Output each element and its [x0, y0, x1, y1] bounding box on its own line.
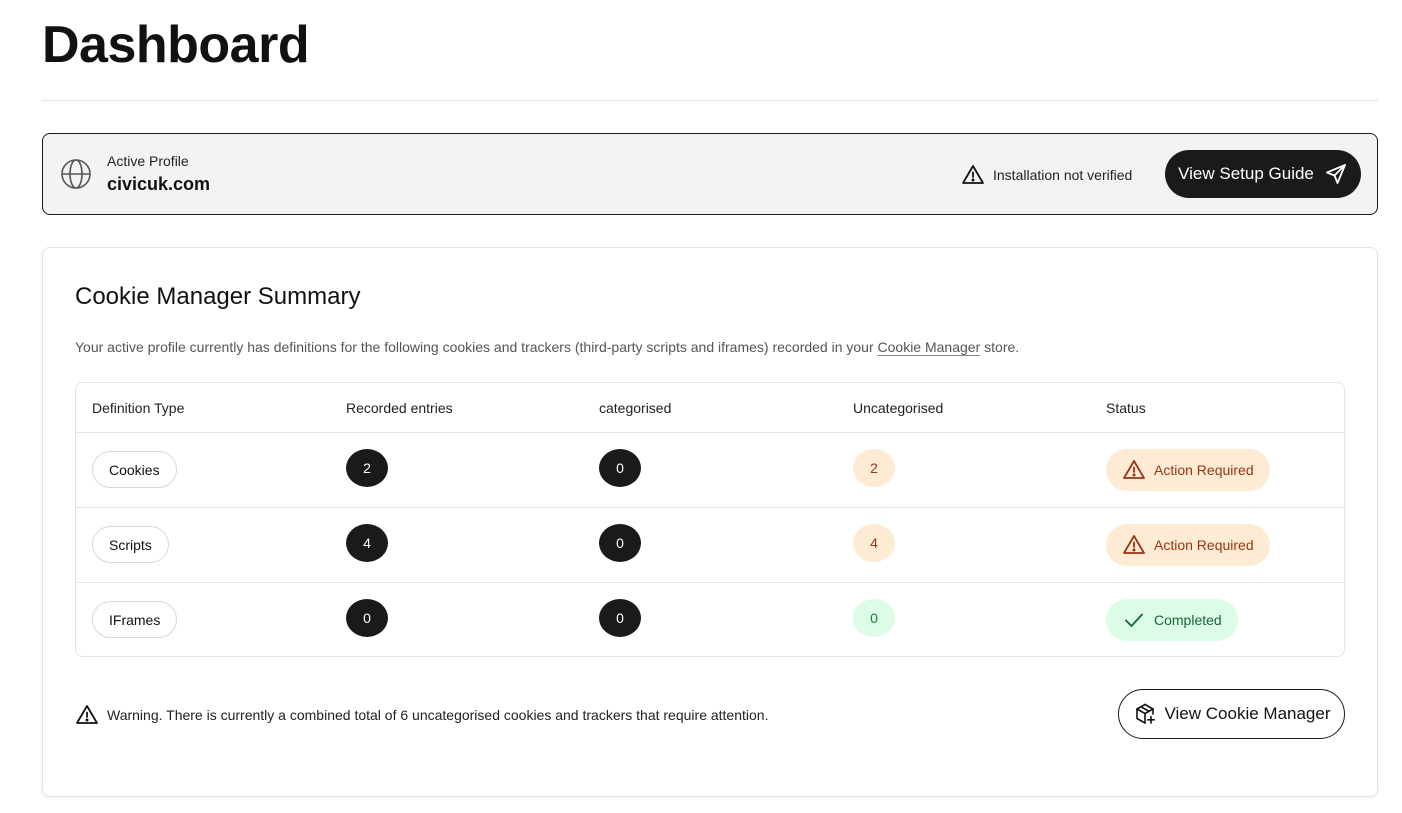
- check-icon: [1125, 613, 1143, 627]
- categorised-count: 0: [599, 524, 641, 562]
- recorded-entries-count: 4: [346, 524, 388, 562]
- profile-label: Active Profile: [107, 153, 189, 169]
- status-badge: Action Required: [1106, 524, 1270, 566]
- globe-icon: [61, 159, 91, 189]
- column-header-uncategorised: Uncategorised: [853, 400, 944, 416]
- recorded-entries-count: 0: [346, 599, 388, 637]
- cookie-manager-link[interactable]: Cookie Manager: [878, 339, 981, 355]
- profile-domain: civicuk.com: [107, 174, 211, 194]
- package-plus-icon: [1135, 703, 1155, 724]
- page-title: Dashboard: [42, 16, 310, 74]
- uncategorised-count: 0: [853, 599, 895, 637]
- warning-triangle-icon: [1123, 460, 1145, 479]
- warning-text: Warning. There is currently a combined t…: [107, 707, 769, 723]
- view-setup-guide-label: View Setup Guide: [1178, 164, 1314, 183]
- view-cookie-manager-button[interactable]: View Cookie Manager: [1118, 689, 1345, 739]
- column-header-status: Status: [1106, 400, 1146, 416]
- warning-triangle-icon: [1123, 535, 1145, 554]
- view-cookie-manager-label: View Cookie Manager: [1164, 704, 1331, 723]
- installation-status: Installation not verified: [961, 163, 1132, 187]
- uncategorised-warning: Warning. There is currently a combined t…: [75, 703, 768, 727]
- recorded-entries-count: 2: [346, 449, 388, 487]
- cookie-manager-summary-card: Cookie Manager Summary Your active profi…: [42, 247, 1378, 797]
- status-label: Action Required: [1154, 537, 1254, 553]
- status-label: Completed: [1154, 612, 1222, 628]
- definition-type-pill: Scripts: [92, 526, 169, 563]
- status-label: Action Required: [1154, 462, 1254, 478]
- categorised-count: 0: [599, 599, 641, 637]
- send-icon: [1325, 164, 1346, 184]
- table-row-scripts: Scripts 4 0 4 Action Required: [76, 508, 1344, 583]
- active-profile-bar: Active Profile civicuk.com Installation …: [42, 133, 1378, 215]
- categorised-count: 0: [599, 449, 641, 487]
- status-badge: Completed: [1106, 599, 1238, 641]
- column-header-recorded-entries: Recorded entries: [346, 400, 453, 416]
- warning-triangle-icon: [962, 165, 984, 184]
- uncategorised-count: 4: [853, 524, 895, 562]
- uncategorised-count: 2: [853, 449, 895, 487]
- definitions-table: Definition Type Recorded entries categor…: [75, 382, 1345, 657]
- table-row-iframes: IFrames 0 0 0 Completed: [76, 583, 1344, 656]
- title-divider: [42, 100, 1378, 101]
- summary-description: Your active profile currently has defini…: [75, 339, 1019, 355]
- table-header: Definition Type Recorded entries categor…: [76, 383, 1344, 433]
- definition-type-pill: IFrames: [92, 601, 178, 638]
- summary-description-text: Your active profile currently has defini…: [75, 339, 878, 355]
- installation-status-text: Installation not verified: [993, 167, 1133, 183]
- summary-title: Cookie Manager Summary: [75, 283, 361, 310]
- column-header-categorised: categorised: [599, 400, 672, 416]
- summary-description-end: store.: [980, 339, 1020, 355]
- definition-type-pill: Cookies: [92, 451, 177, 488]
- warning-triangle-icon: [76, 705, 98, 724]
- status-badge: Action Required: [1106, 449, 1270, 491]
- view-setup-guide-button[interactable]: View Setup Guide: [1165, 150, 1361, 198]
- table-row-cookies: Cookies 2 0 2 Action Required: [76, 433, 1344, 508]
- column-header-definition-type: Definition Type: [92, 400, 185, 416]
